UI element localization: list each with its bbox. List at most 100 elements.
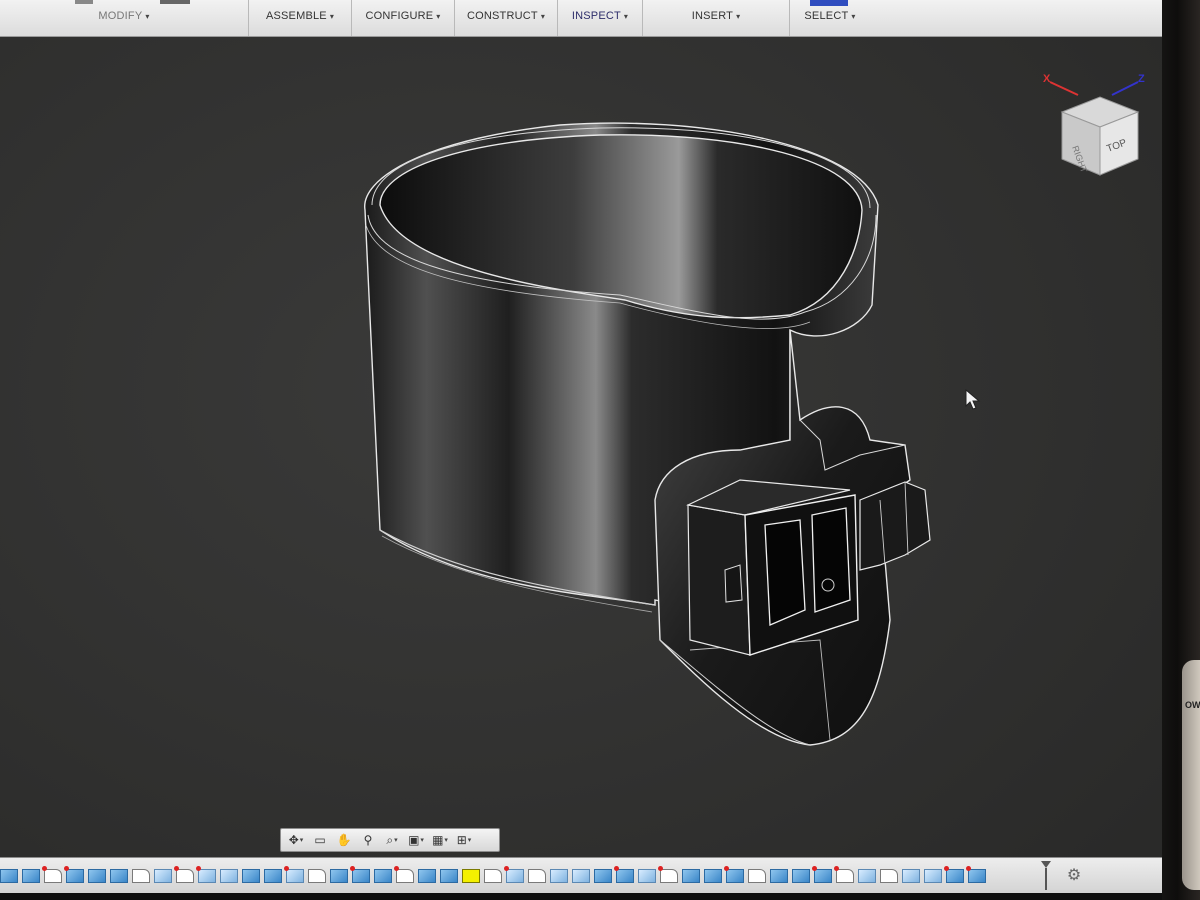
- look-at-button[interactable]: ▭: [309, 831, 331, 849]
- timeline-feature[interactable]: [220, 869, 238, 883]
- side-rail: [859, 481, 931, 571]
- timeline-feature[interactable]: [724, 866, 744, 883]
- zoom-icon: ⚲: [363, 833, 373, 847]
- menu-construct[interactable]: CONSTRUCT ▾: [455, 0, 558, 36]
- menu-assemble[interactable]: ASSEMBLE ▾: [249, 0, 352, 36]
- x-axis-label: X: [1043, 73, 1051, 85]
- grid-button[interactable]: ▦ ▾: [429, 831, 451, 849]
- menu-assemble-label: ASSEMBLE: [265, 10, 327, 22]
- chevron-down-icon: ▾: [467, 837, 472, 844]
- screen-edge: [0, 893, 1162, 900]
- timeline-feature[interactable]: [944, 866, 964, 883]
- timeline-feature[interactable]: [242, 869, 260, 883]
- timeline-feature[interactable]: [858, 869, 876, 883]
- menu-select-label: SELECT: [804, 10, 849, 22]
- timeline-feature[interactable]: [484, 869, 502, 883]
- timeline-feature[interactable]: [196, 866, 216, 883]
- fit-icon: ⌕: [386, 832, 394, 847]
- clip-slot: [764, 519, 806, 626]
- z-axis-label: Z: [1138, 73, 1145, 85]
- timeline-feature[interactable]: [132, 869, 150, 883]
- timeline-feature[interactable]: [704, 869, 722, 883]
- timeline-feature[interactable]: [42, 866, 62, 883]
- timeline-feature[interactable]: [966, 866, 986, 883]
- timeline-feature[interactable]: [792, 869, 810, 883]
- timeline-feature[interactable]: [658, 866, 678, 883]
- timeline-feature[interactable]: [284, 866, 304, 883]
- timeline-feature[interactable]: [374, 869, 392, 883]
- orbit-icon: ✥: [288, 833, 299, 847]
- timeline-feature[interactable]: [418, 869, 436, 883]
- chevron-down-icon: ▾: [540, 11, 546, 21]
- chevron-down-icon: ▾: [299, 837, 304, 844]
- timeline-feature[interactable]: [440, 869, 458, 883]
- timeline-feature[interactable]: [770, 869, 788, 883]
- menu-configure[interactable]: CONFIGURE ▾: [352, 0, 455, 36]
- timeline-marker-icon[interactable]: [1040, 860, 1052, 890]
- timeline-feature[interactable]: [174, 866, 194, 883]
- timeline-feature[interactable]: [22, 869, 40, 883]
- side-tab: [724, 564, 743, 603]
- timeline-features: [0, 866, 990, 886]
- menu-modify-label: MODIFY: [98, 10, 143, 22]
- chevron-down-icon: ▾: [444, 837, 448, 844]
- timeline-feature[interactable]: [834, 866, 854, 883]
- chevron-down-icon: ▾: [145, 11, 150, 21]
- look-at-icon: ▭: [314, 833, 326, 847]
- display-settings-icon: ▣: [408, 833, 420, 847]
- timeline-feature[interactable]: [638, 869, 656, 883]
- menu-inspect[interactable]: INSPECT ▾: [558, 0, 643, 36]
- timeline-feature[interactable]: [394, 866, 414, 883]
- timeline-feature[interactable]: [682, 869, 700, 883]
- timeline: ⚙: [0, 857, 1162, 894]
- chevron-down-icon: ▾: [420, 837, 424, 844]
- timeline-feature[interactable]: [0, 869, 18, 883]
- menu-modify[interactable]: MODIFY ▾: [0, 0, 249, 36]
- viewports-button[interactable]: ⊞ ▾: [453, 831, 475, 849]
- background-object: OWB: [1182, 660, 1200, 890]
- chevron-down-icon: ▾: [851, 11, 856, 21]
- chevron-down-icon: ▾: [329, 11, 335, 21]
- timeline-feature[interactable]: [594, 869, 612, 883]
- timeline-feature[interactable]: [88, 869, 106, 883]
- 3d-viewport[interactable]: X Z RIGHT TOP: [0, 37, 1162, 857]
- gear-icon[interactable]: ⚙: [1064, 866, 1084, 886]
- menu-insert[interactable]: INSERT ▾: [643, 0, 790, 36]
- timeline-feature[interactable]: [110, 869, 128, 883]
- timeline-feature[interactable]: [528, 869, 546, 883]
- orbit-button[interactable]: ✥ ▾: [285, 831, 307, 849]
- timeline-feature[interactable]: [308, 869, 326, 883]
- navigation-bar: ✥ ▾ ▭ ✋ ⚲ ⌕ ▾ ▣ ▾ ▦ ▾ ⊞ ▾: [280, 828, 500, 852]
- timeline-feature[interactable]: [154, 869, 172, 883]
- timeline-feature[interactable]: [350, 866, 370, 883]
- chevron-down-icon: ▾: [394, 837, 398, 844]
- timeline-feature[interactable]: [880, 869, 898, 883]
- chevron-down-icon: ▾: [623, 11, 629, 21]
- timeline-feature[interactable]: [64, 866, 84, 883]
- timeline-feature[interactable]: [924, 869, 942, 883]
- fit-button[interactable]: ⌕ ▾: [381, 831, 403, 849]
- timeline-feature[interactable]: [504, 866, 524, 883]
- timeline-feature[interactable]: [572, 869, 590, 883]
- cup-holder-model[interactable]: [0, 37, 1162, 857]
- menu-configure-label: CONFIGURE: [365, 10, 434, 22]
- clip-slot: [811, 507, 851, 613]
- monitor-bezel: OWB: [1162, 0, 1200, 900]
- select-tool-icon[interactable]: [810, 0, 848, 6]
- timeline-feature[interactable]: [330, 869, 348, 883]
- monitor-screen: MODIFY ▾ ASSEMBLE ▾ CONFIGURE ▾ CONSTRUCT ▾ …: [0, 0, 1162, 900]
- toolbar: MODIFY ▾ ASSEMBLE ▾ CONFIGURE ▾ CONSTRUCT ▾ …: [0, 0, 1162, 37]
- zoom-button[interactable]: ⚲: [357, 831, 379, 849]
- viewcube[interactable]: X Z RIGHT TOP: [1040, 67, 1160, 177]
- pan-button[interactable]: ✋: [333, 831, 355, 849]
- timeline-feature[interactable]: [614, 866, 634, 883]
- timeline-feature[interactable]: [902, 869, 920, 883]
- timeline-feature[interactable]: [812, 866, 832, 883]
- timeline-feature-selected[interactable]: [462, 869, 480, 883]
- grid-icon: ▦: [432, 833, 444, 847]
- display-settings-button[interactable]: ▣ ▾: [405, 831, 427, 849]
- timeline-feature[interactable]: [748, 869, 766, 883]
- chevron-down-icon: ▾: [736, 11, 741, 21]
- timeline-feature[interactable]: [264, 869, 282, 883]
- timeline-feature[interactable]: [550, 869, 568, 883]
